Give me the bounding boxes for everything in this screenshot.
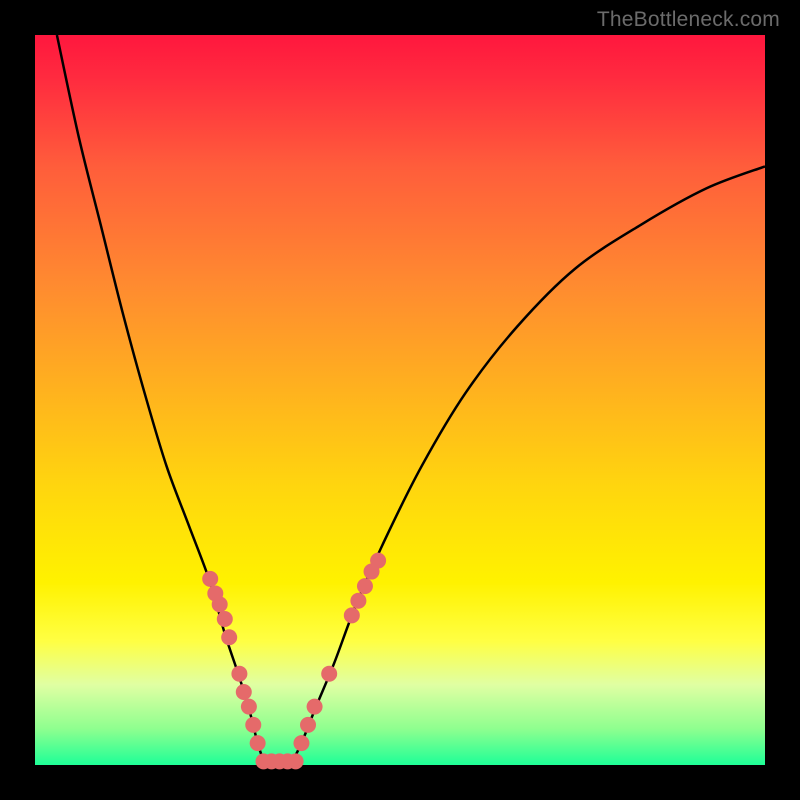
data-point — [212, 596, 228, 612]
points-layer — [202, 553, 386, 770]
data-point — [350, 593, 366, 609]
data-point — [293, 735, 309, 751]
data-point — [202, 571, 218, 587]
plot-area — [35, 35, 765, 765]
data-point — [236, 684, 252, 700]
data-point — [307, 699, 323, 715]
data-point — [231, 666, 247, 682]
curve-layer — [57, 35, 765, 765]
data-point — [357, 578, 373, 594]
data-point — [370, 553, 386, 569]
curve-left-curve — [57, 35, 265, 765]
data-point — [221, 629, 237, 645]
chart-frame: TheBottleneck.com — [0, 0, 800, 800]
data-point — [241, 699, 257, 715]
data-point — [217, 611, 233, 627]
data-point — [344, 607, 360, 623]
data-point — [321, 666, 337, 682]
data-point — [250, 735, 266, 751]
watermark: TheBottleneck.com — [597, 8, 780, 32]
chart-svg — [35, 35, 765, 765]
curve-right-curve — [291, 166, 766, 765]
data-point — [245, 717, 261, 733]
data-point — [300, 717, 316, 733]
data-point — [288, 753, 304, 769]
